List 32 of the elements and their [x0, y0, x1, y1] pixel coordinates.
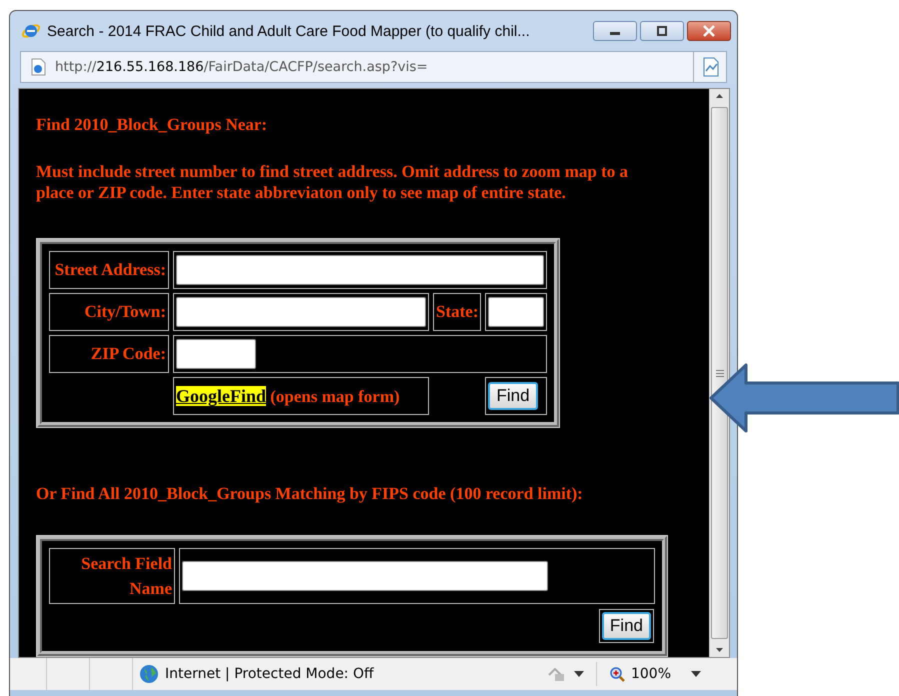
zip-label: ZIP Code:	[49, 335, 169, 373]
maximize-button[interactable]	[640, 21, 684, 41]
chart-page-icon[interactable]	[702, 57, 720, 77]
window-title: Search - 2014 FRAC Child and Adult Care Food Mapper (to qualify chil...	[47, 22, 531, 40]
instructions-text: Must include street number to find street address. Omit address to zoom map to a place or ZIP code. Enter state abbreviaton only to see map of entire state.	[36, 161, 629, 203]
dropdown-icon[interactable]	[574, 671, 584, 677]
maximize-icon	[655, 26, 669, 36]
zoom-level[interactable]: 100%	[630, 666, 671, 682]
search-field[interactable]	[182, 561, 548, 591]
google-find-link[interactable]: GoogleFind	[176, 386, 266, 406]
dropdown-icon[interactable]	[691, 671, 701, 677]
city-label: City/Town:	[49, 293, 169, 331]
street-label: Street Address:	[49, 251, 169, 289]
minimize-button[interactable]	[593, 21, 637, 41]
address-bar[interactable]: http://216.55.168.186/FairData/CACFP/search.asp?vis=	[20, 51, 727, 83]
link-note: (opens map form)	[270, 386, 400, 406]
zoom-icon[interactable]	[608, 666, 625, 682]
search-field-label: Search Field Name	[49, 548, 175, 604]
grip-icon	[716, 370, 724, 376]
scrollbar[interactable]	[709, 89, 729, 657]
zip-field[interactable]	[176, 339, 256, 369]
globe-icon	[139, 664, 159, 684]
url-text: http://216.55.168.186/FairData/CACFP/search.asp?vis=	[55, 59, 429, 75]
find-button[interactable]: Find	[602, 612, 651, 640]
security-zone-text: Internet | Protected Mode: Off	[165, 666, 374, 682]
find-button[interactable]: Find	[488, 382, 538, 410]
state-label: State:	[433, 293, 482, 331]
page-icon	[29, 58, 47, 76]
close-icon	[702, 25, 716, 37]
close-button[interactable]	[687, 21, 731, 41]
section-heading: Or Find All 2010_Block_Groups Matching by FIPS code (100 record limit):	[36, 484, 584, 504]
section-heading: Find 2010_Block_Groups Near:	[36, 115, 268, 135]
